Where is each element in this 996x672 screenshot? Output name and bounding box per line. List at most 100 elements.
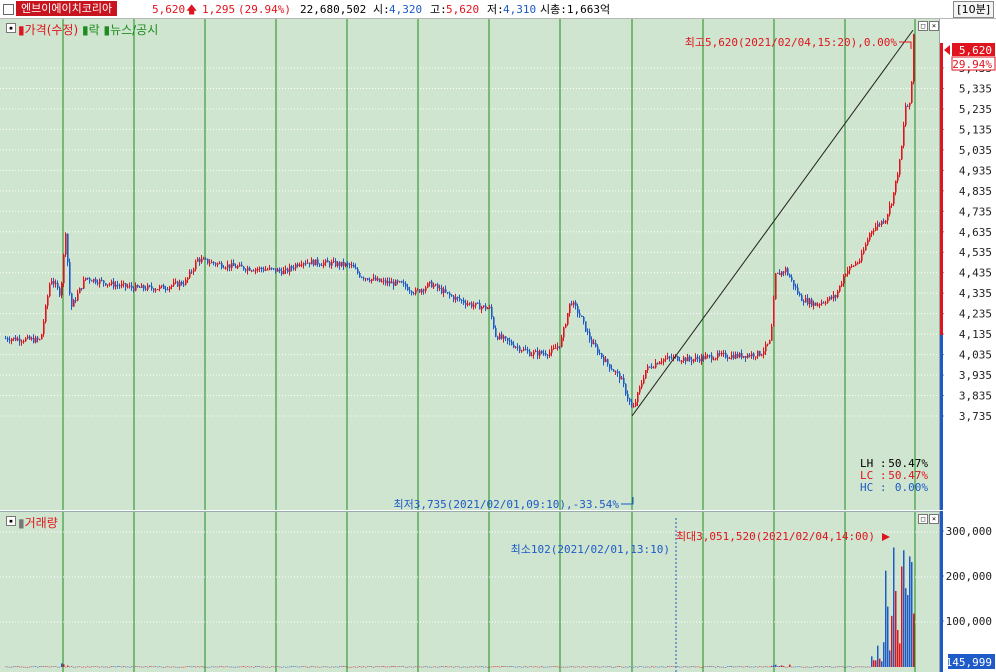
volume-bar (661, 666, 663, 668)
volume-bar (795, 666, 797, 668)
volume-bar (235, 666, 237, 668)
legend-price[interactable]: 가격(수정) (25, 23, 79, 37)
candle (741, 353, 743, 358)
candle (225, 267, 227, 269)
volume-bar (655, 666, 657, 668)
legend-ex[interactable]: 락 (89, 23, 100, 37)
candle (555, 347, 557, 349)
candle (665, 358, 667, 360)
candle (137, 285, 139, 287)
volume-bar (261, 666, 263, 668)
volume-bar (503, 666, 505, 667)
volume-bar (265, 666, 267, 668)
volume-bar (355, 666, 357, 668)
volume-bar (135, 666, 137, 667)
candle (857, 262, 859, 264)
volume-bar (587, 666, 589, 668)
volume-bar (603, 666, 605, 667)
volume-bar (641, 666, 643, 667)
volume-bar (131, 666, 133, 667)
volume-bar (241, 666, 243, 668)
volume-menu-icon[interactable]: ▪ (6, 516, 16, 526)
volume-bar (19, 666, 21, 668)
candle (579, 313, 581, 316)
candle (765, 344, 767, 352)
volume-bar (881, 661, 883, 667)
candle (903, 125, 905, 146)
interval-button[interactable]: [10분] (953, 1, 994, 18)
volume-bar (317, 666, 319, 668)
candle (209, 263, 211, 265)
volume-bar (619, 666, 621, 667)
candle (295, 264, 297, 269)
volume-bar (499, 666, 501, 668)
price-chart-pane[interactable]: 최고5,620(2021/02/04,15:20),0.00% 최저3,735(2… (0, 19, 940, 510)
stock-name[interactable]: 엔브이에이치코리아 (16, 1, 118, 16)
candle (159, 286, 161, 290)
volume-bar (579, 666, 581, 668)
volume-chart-pane[interactable]: 최소102(2021/02/01,13:10) 최대3,051,520(2021/… (0, 511, 940, 672)
volume-bar (849, 666, 851, 667)
volume-bar (765, 666, 767, 667)
pane-menu-icon[interactable]: ▪ (6, 23, 16, 33)
candle (487, 308, 489, 310)
candle (191, 271, 193, 273)
volume-bar (769, 666, 771, 668)
candle (467, 303, 469, 305)
minimize-icon[interactable]: □ (918, 21, 928, 31)
candle (105, 283, 107, 286)
volume-bar (517, 666, 519, 668)
candle (777, 272, 779, 274)
price-chart[interactable]: 최고5,620(2021/02/04,15:20),0.00% 최저3,735(2… (0, 19, 939, 510)
volume-bar (901, 566, 903, 667)
volume-bar (525, 666, 527, 667)
legend-volume[interactable]: 거래량 (25, 516, 58, 530)
volume-bar (99, 666, 101, 668)
stat-value: 0.00% (895, 481, 928, 494)
volume-bar (461, 666, 463, 668)
close-icon[interactable]: × (929, 21, 939, 31)
volume-close-icon[interactable]: × (929, 514, 939, 524)
volume-bar (689, 666, 691, 668)
candle (9, 339, 11, 342)
volume-bar (425, 666, 427, 667)
candle (785, 268, 787, 273)
candle (391, 281, 393, 284)
candle (135, 285, 137, 291)
candle (521, 350, 523, 352)
volume-bar (97, 666, 99, 668)
low-price: 4,310 (503, 3, 537, 16)
volume-minimize-icon[interactable]: □ (918, 514, 928, 524)
volume-bar (227, 666, 229, 668)
volume-bar (103, 666, 105, 668)
candle (283, 270, 285, 275)
volume-bar (463, 666, 465, 668)
volume-bar (105, 666, 107, 668)
candle (121, 284, 123, 287)
volume-bar (303, 666, 305, 668)
candle (727, 357, 729, 359)
min-price-label: 최저3,735(2021/02/01,09:10),-33.54% (393, 498, 619, 510)
volume-bar (745, 666, 747, 667)
volume-bar (447, 666, 449, 668)
candle (605, 359, 607, 363)
volume-bar (591, 666, 593, 668)
candle (335, 260, 337, 266)
candle (771, 326, 773, 341)
legend-news[interactable]: 뉴스/공시 (110, 23, 158, 37)
candle (837, 291, 839, 298)
candle (759, 350, 761, 356)
candle (155, 289, 157, 291)
candle (737, 353, 739, 358)
axis-tick-label: 5,335 (959, 82, 992, 95)
volume-bar (239, 666, 241, 668)
candle (227, 264, 229, 268)
candle (95, 279, 97, 283)
volume-bar (669, 666, 671, 668)
volume-bar (703, 666, 705, 668)
select-checkbox[interactable] (3, 4, 14, 15)
volume-bar (541, 666, 543, 667)
volume-chart[interactable]: 최소102(2021/02/01,13:10) 최대3,051,520(2021/… (0, 512, 939, 672)
candle (465, 302, 467, 305)
volume-bar (681, 666, 683, 668)
